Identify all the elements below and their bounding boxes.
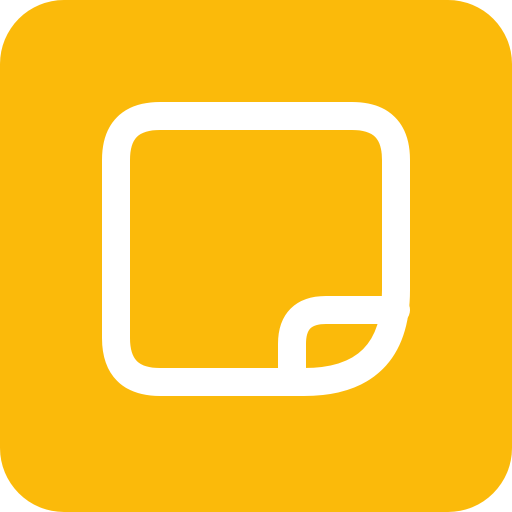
sticky-notes-app-icon[interactable] bbox=[0, 0, 512, 512]
sticky-note-icon bbox=[102, 102, 410, 396]
sticky-note-outline bbox=[102, 102, 410, 396]
